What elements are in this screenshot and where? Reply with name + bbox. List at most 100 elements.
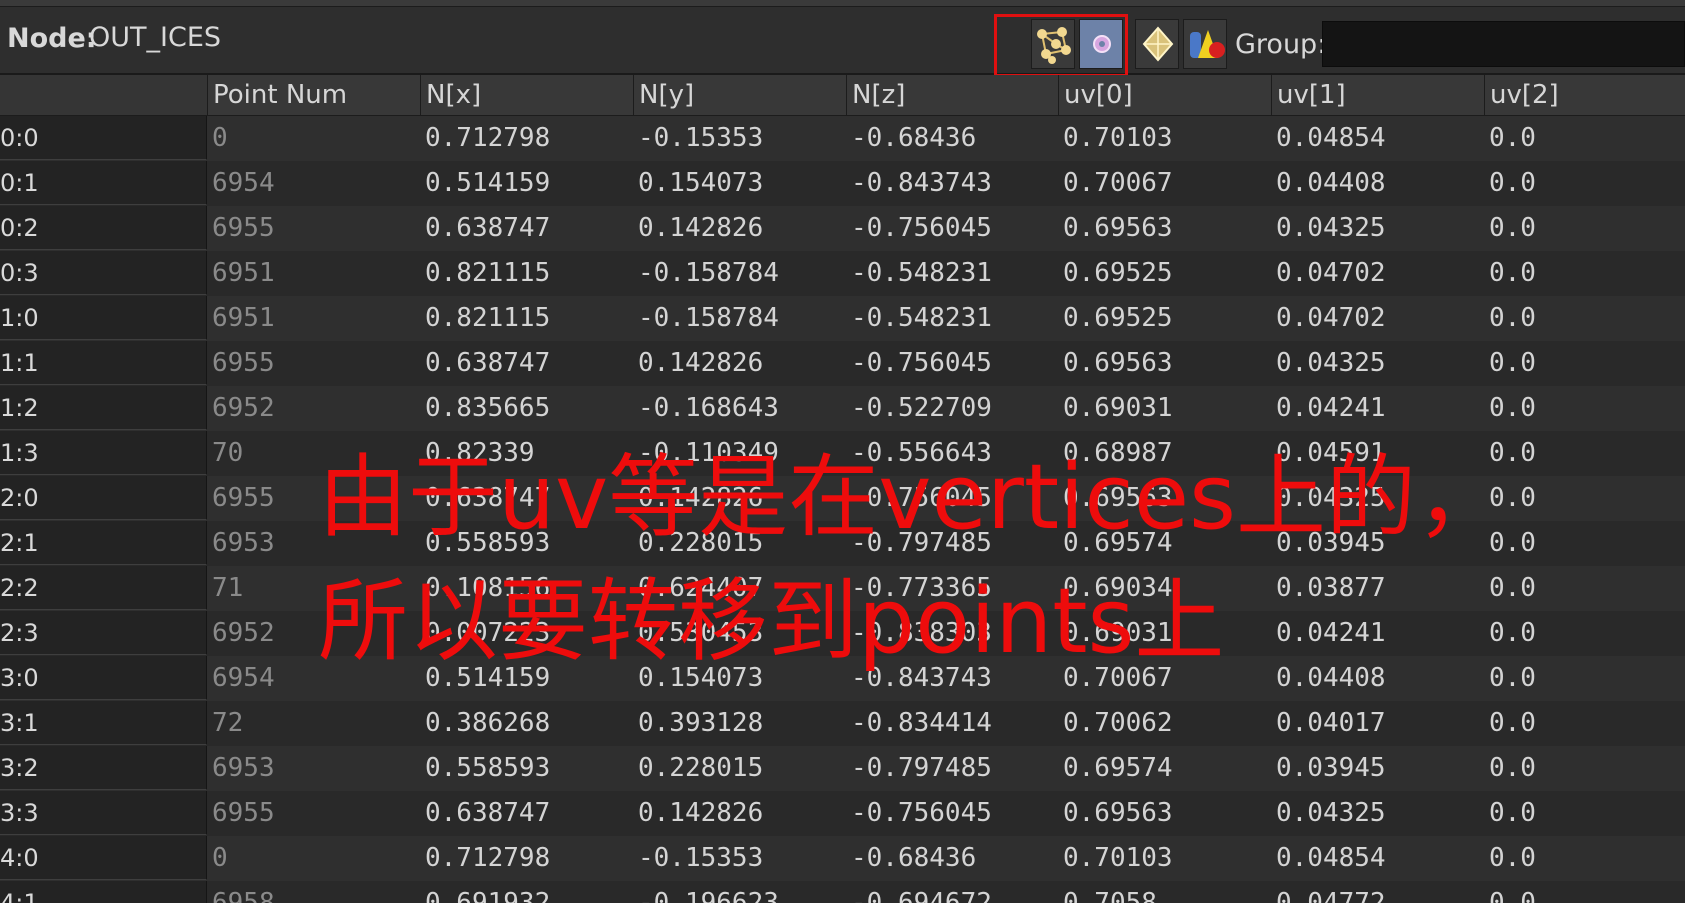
table-row: 1:2 6952 0.835665 -0.168643 -0.522709 0.69031… [0, 386, 1685, 431]
cell-n-z: -0.68436 [851, 123, 977, 153]
cell-n-y: 0.154073 [638, 663, 764, 693]
cell-n-z: -0.838303 [851, 618, 992, 648]
cell-n-y: 0.154073 [638, 168, 764, 198]
cell-n-z: -0.548231 [851, 258, 992, 288]
column-header-n-y[interactable]: N[y] [633, 75, 846, 115]
cell-point-num: 72 [212, 708, 244, 738]
cell-uv1: 0.04772 [1276, 888, 1386, 903]
row-index: 3:2 [0, 746, 207, 790]
cell-uv0: 0.69563 [1063, 798, 1173, 828]
table-row: 0:0 0 0.712798 -0.15353 -0.68436 0.70103 0.048… [0, 116, 1685, 161]
cell-n-z: -0.68436 [851, 843, 977, 873]
cell-uv2: 0.0 [1489, 168, 1536, 198]
column-header-uv2[interactable]: uv[2] [1484, 75, 1685, 115]
cell-n-y: 0.142826 [638, 348, 764, 378]
row-index: 1:3 [0, 431, 207, 475]
cell-uv0: 0.69563 [1063, 483, 1173, 513]
cell-point-num: 6951 [212, 258, 275, 288]
cell-uv2: 0.0 [1489, 258, 1536, 288]
cell-point-num: 6955 [212, 798, 275, 828]
row-index: 3:3 [0, 791, 207, 835]
cell-n-z: -0.548231 [851, 303, 992, 333]
primitives-icon[interactable] [1135, 19, 1179, 69]
cell-n-x: 0.558593 [425, 753, 551, 783]
row-index: 0:2 [0, 206, 207, 250]
cell-n-y: 0.228015 [638, 753, 764, 783]
cell-point-num: 6955 [212, 213, 275, 243]
detail-icon[interactable] [1183, 19, 1227, 69]
table-row: 2:1 6953 0.558593 0.228015 -0.797485 0.69574 0… [0, 521, 1685, 566]
cell-n-z: -0.773365 [851, 573, 992, 603]
highlight-box [994, 14, 1128, 77]
cell-n-y: -0.110349 [638, 438, 779, 468]
column-header-uv0[interactable]: uv[0] [1058, 75, 1271, 115]
cell-uv0: 0.69031 [1063, 618, 1173, 648]
column-header-n-z[interactable]: N[z] [846, 75, 1058, 115]
table-row: 2:2 71 0.108156 0.624407 -0.773365 0.69034 0.0… [0, 566, 1685, 611]
column-header-uv1[interactable]: uv[1] [1271, 75, 1484, 115]
cell-point-num: 6954 [212, 168, 275, 198]
cell-uv0: 0.69563 [1063, 348, 1173, 378]
top-border [0, 0, 1685, 7]
row-index: 3:1 [0, 701, 207, 745]
cell-n-z: -0.797485 [851, 753, 992, 783]
cell-uv2: 0.0 [1489, 618, 1536, 648]
table-row: 0:3 6951 0.821115 -0.158784 -0.548231 0.69525… [0, 251, 1685, 296]
cell-uv2: 0.0 [1489, 393, 1536, 423]
cell-uv2: 0.0 [1489, 438, 1536, 468]
cell-n-y: 0.228015 [638, 528, 764, 558]
cell-uv1: 0.04854 [1276, 123, 1386, 153]
column-header-row: Point Num N[x] N[y] N[z] uv[0] uv[1] uv[2] [0, 75, 1685, 116]
table-row: 4:0 0 0.712798 -0.15353 -0.68436 0.70103 0.048… [0, 836, 1685, 881]
cell-point-num: 6958 [212, 888, 275, 903]
cell-uv0: 0.70067 [1063, 663, 1173, 693]
cell-n-z: -0.797485 [851, 528, 992, 558]
cell-uv0: 0.69574 [1063, 528, 1173, 558]
cell-n-z: -0.843743 [851, 168, 992, 198]
cell-uv0: 0.7058 [1063, 888, 1157, 903]
cell-n-x: 0.638747 [425, 213, 551, 243]
cell-n-z: -0.756045 [851, 213, 992, 243]
cell-uv1: 0.04408 [1276, 663, 1386, 693]
cell-uv2: 0.0 [1489, 708, 1536, 738]
cell-n-y: 0.142826 [638, 213, 764, 243]
table-row: 3:3 6955 0.638747 0.142826 -0.756045 0.69563 0… [0, 791, 1685, 836]
cell-uv1: 0.04325 [1276, 213, 1386, 243]
cell-uv0: 0.70067 [1063, 168, 1173, 198]
cell-n-y: -0.15353 [638, 843, 764, 873]
cell-uv2: 0.0 [1489, 123, 1536, 153]
table-row: 1:1 6955 0.638747 0.142826 -0.756045 0.69563 0… [0, 341, 1685, 386]
node-name: OUT_ICES [89, 22, 222, 53]
cell-n-z: -0.834414 [851, 708, 992, 738]
row-index: 2:2 [0, 566, 207, 610]
cell-uv0: 0.69525 [1063, 258, 1173, 288]
row-index: 1:0 [0, 296, 207, 340]
cell-n-y: 0.624407 [638, 573, 764, 603]
cell-n-x: 0.638747 [425, 348, 551, 378]
group-input[interactable] [1322, 21, 1685, 67]
cell-uv1: 0.03877 [1276, 573, 1386, 603]
cell-point-num: 0 [212, 123, 228, 153]
cell-n-z: -0.556643 [851, 438, 992, 468]
cell-point-num: 6954 [212, 663, 275, 693]
table-row: 0:1 6954 0.514159 0.154073 -0.843743 0.70067 0… [0, 161, 1685, 206]
cell-n-x: 0.691932 [425, 888, 551, 903]
column-header-n-x[interactable]: N[x] [420, 75, 633, 115]
table-row: 2:0 6955 0.638747 0.142826 -0.756045 0.69563 0… [0, 476, 1685, 521]
table-row: 3:2 6953 0.558593 0.228015 -0.797485 0.69574 0… [0, 746, 1685, 791]
table-row: 4:1 6958 0.691932 -0.196623 -0.694672 0.7058 0… [0, 881, 1685, 903]
cell-uv1: 0.04408 [1276, 168, 1386, 198]
cell-point-num: 71 [212, 573, 244, 603]
cell-uv1: 0.04591 [1276, 438, 1386, 468]
row-index: 1:2 [0, 386, 207, 430]
cell-uv2: 0.0 [1489, 528, 1536, 558]
cell-point-num: 6953 [212, 528, 275, 558]
cell-n-x: 0.007223 [425, 618, 551, 648]
cell-n-z: -0.756045 [851, 798, 992, 828]
cell-uv0: 0.69574 [1063, 753, 1173, 783]
column-header-point-num[interactable]: Point Num [207, 75, 420, 115]
cell-n-x: 0.821115 [425, 303, 551, 333]
cell-point-num: 70 [212, 438, 244, 468]
cell-uv1: 0.04325 [1276, 483, 1386, 513]
cell-n-x: 0.514159 [425, 663, 551, 693]
